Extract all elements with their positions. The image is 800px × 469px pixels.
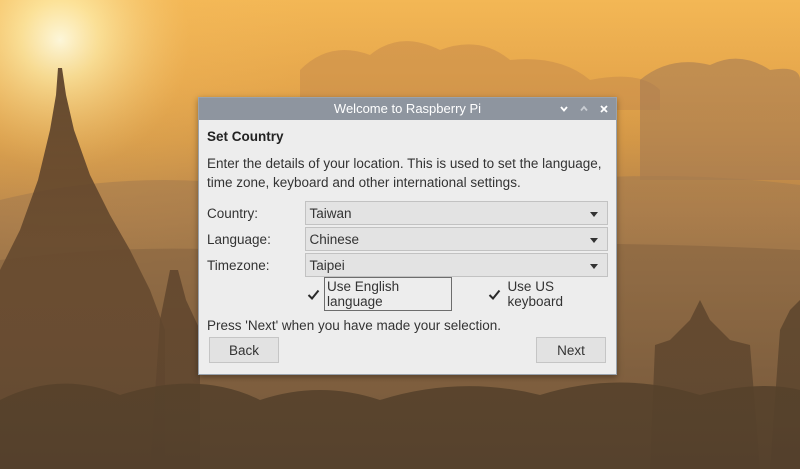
dropdown-arrow-icon — [590, 238, 598, 243]
checkmark-icon — [307, 287, 320, 301]
dialog-buttons: Back Next — [209, 337, 606, 363]
maximize-button[interactable] — [578, 103, 590, 115]
timezone-row: Timezone: Taipei — [207, 252, 608, 278]
checkmark-icon — [488, 287, 501, 301]
use-english-label: Use English language — [324, 277, 453, 311]
window-controls — [558, 98, 610, 120]
language-value: Chinese — [309, 231, 360, 247]
chevron-up-icon — [580, 105, 588, 112]
instruction-text: Press 'Next' when you have made your sel… — [207, 318, 502, 333]
country-value: Taiwan — [309, 205, 352, 221]
use-us-keyboard-checkbox[interactable]: Use US keyboard — [488, 278, 608, 310]
back-button[interactable]: Back — [209, 337, 279, 363]
use-english-checkbox[interactable]: Use English language — [307, 277, 453, 311]
dialog-content: Set Country Enter the details of your lo… — [199, 129, 616, 333]
dropdown-arrow-icon — [590, 264, 598, 269]
language-row: Language: Chinese — [207, 226, 608, 252]
use-us-keyboard-label: Use US keyboard — [507, 279, 563, 309]
chevron-down-icon — [560, 106, 568, 112]
options-row: Use English language Use US keyboard — [307, 277, 608, 311]
welcome-dialog: Welcome to Raspberry Pi Set Country Ente… — [198, 97, 617, 375]
timezone-value: Taipei — [309, 257, 345, 273]
language-select[interactable]: Chinese — [304, 227, 608, 251]
page-description: Enter the details of your location. This… — [207, 156, 602, 190]
close-button[interactable] — [598, 103, 610, 115]
close-icon — [600, 105, 608, 113]
dropdown-arrow-icon — [590, 212, 598, 217]
window-titlebar[interactable]: Welcome to Raspberry Pi — [199, 98, 616, 120]
language-label: Language: — [207, 231, 271, 247]
country-select[interactable]: Taiwan — [304, 201, 608, 225]
window-title: Welcome to Raspberry Pi — [333, 101, 482, 116]
page-heading: Set Country — [207, 129, 284, 144]
next-button[interactable]: Next — [536, 337, 606, 363]
minimize-button[interactable] — [558, 103, 570, 115]
desktop: Welcome to Raspberry Pi Set Country Ente… — [0, 0, 800, 469]
country-label: Country: — [207, 205, 259, 221]
country-row: Country: Taiwan — [207, 200, 608, 226]
timezone-label: Timezone: — [207, 257, 270, 273]
timezone-select[interactable]: Taipei — [304, 253, 608, 277]
